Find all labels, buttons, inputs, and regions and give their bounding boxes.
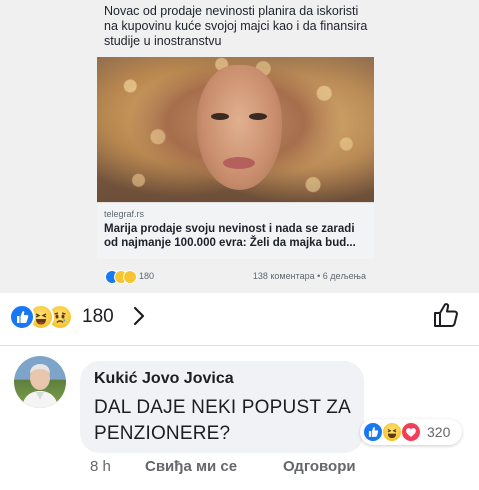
reaction-summary: 180 [0,293,479,341]
comment-reaction-count: 320 [427,424,451,440]
comment-reactions[interactable]: 320 [360,419,462,445]
comment-bubble[interactable]: Kukić Jovo Jovica DAL DAJE NEKI POPUST Z… [80,361,364,453]
love-icon [401,422,421,442]
shared-post-stats: 180 138 коментара • 6 дељења [97,268,374,286]
sad-icon [123,270,137,284]
comment-text: DAL DAJE NEKI POPUST ZA PENZIONERE? [94,397,350,444]
shared-post-photo [97,57,374,202]
comment-actions: 8 h Свиђа ми се Одговори [90,458,470,480]
like-icon [9,304,35,330]
reaction-count[interactable]: 180 [82,306,114,328]
avatar[interactable] [14,356,66,408]
screen: Novac od prodaje nevinosti planira da is… [0,0,479,490]
reaction-icons[interactable] [9,304,73,330]
link-preview-card: telegraf.rs Marija prodaje svoju nevinos… [97,202,374,259]
comment-author[interactable]: Kukić Jovo Jovica [94,370,234,388]
shared-post-caption: Novac od prodaje nevinosti planira da is… [104,4,368,48]
chevron-right-icon[interactable] [132,305,146,327]
like-icon [363,422,383,442]
like-button-icon[interactable] [432,301,460,329]
link-title: Marija prodaje svoju nevinost i nada se … [104,223,356,249]
shared-reaction-count: 180 [139,271,155,281]
comment-timestamp[interactable]: 8 h [90,458,111,475]
shared-comments-shares: 138 коментара • 6 дељења [252,271,366,281]
photo-face [197,65,282,190]
comment-like-button[interactable]: Свиђа ми се [145,458,237,475]
comment-reply-button[interactable]: Одговори [283,458,356,475]
shared-post-image[interactable]: Novac od prodaje nevinosti planira da is… [0,0,479,293]
divider [0,345,479,346]
haha-icon [382,422,402,442]
link-domain: telegraf.rs [104,209,145,219]
